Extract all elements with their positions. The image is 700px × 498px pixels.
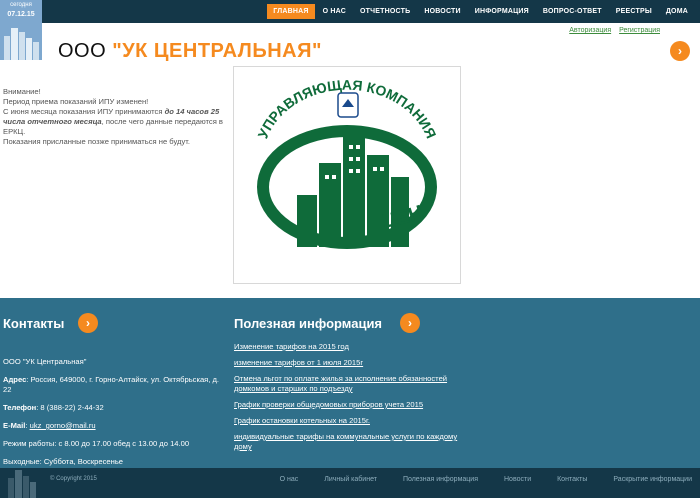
footer-nav: О нас Личный кабинет Полезная информация… xyxy=(254,476,692,483)
notice-text: Внимание! Период приема показаний ИПУ из… xyxy=(3,87,225,147)
company-name: "УК ЦЕНТРАЛЬНАЯ" xyxy=(112,40,322,62)
footer-nav-disclosure[interactable]: Раскрытие информации xyxy=(613,476,692,483)
footer-nav-news[interactable]: Новости xyxy=(504,476,531,483)
nav-registers[interactable]: РЕЕСТРЫ xyxy=(610,4,658,19)
contacts-phone: Телефон: 8 (388-22) 2-44-32 xyxy=(3,403,104,412)
date-widget: сегодня 07.12.15 xyxy=(0,0,42,60)
header-arrow-button[interactable]: › xyxy=(670,41,690,61)
notice-line-4: Показания присланные позже приниматься н… xyxy=(3,137,190,146)
contacts-hours: Режим работы: с 8.00 до 17.00 обед с 13.… xyxy=(3,439,190,448)
footer-nav-useful[interactable]: Полезная информация xyxy=(403,476,478,483)
nav-info[interactable]: ИНФОРМАЦИЯ xyxy=(469,4,535,19)
login-link[interactable]: Авторизация xyxy=(569,27,611,34)
useful-link[interactable]: График проверки общедомовых приборов уче… xyxy=(234,400,464,410)
contacts-title: Контакты xyxy=(3,316,65,331)
copyright: © Copyright 2015 xyxy=(50,476,97,482)
contacts-days-off: Выходные: Суббота, Воскресенье xyxy=(3,457,124,466)
contacts-email: E-Mail: ukz_gorno@mail.ru xyxy=(3,421,96,430)
company-logo: УПРАВЛЯЮЩАЯ КОМПАНИЯ ЦЕНТРАЛЬНАЯ xyxy=(227,50,461,284)
main-nav: ГЛАВНАЯ О НАС ОТЧЕТНОСТЬ НОВОСТИ ИНФОРМА… xyxy=(265,0,694,23)
register-link[interactable]: Регистрация xyxy=(619,27,660,34)
useful-links: Изменение тарифов на 2015 год изменение … xyxy=(234,342,464,458)
useful-link[interactable]: индивидуальные тарифы на коммунальные ус… xyxy=(234,432,464,452)
useful-link[interactable]: График остановки котельных на 2015г. xyxy=(234,416,464,426)
buildings-icon xyxy=(4,28,39,60)
auth-links: Авторизация Регистрация xyxy=(563,27,660,34)
nav-home[interactable]: ГЛАВНАЯ xyxy=(267,4,315,19)
contacts-address: Адрес: Россия, 649000, г. Горно-Алтайск,… xyxy=(3,375,220,394)
contacts-company: ООО "УК Центральная" xyxy=(3,357,87,366)
page: сегодня 07.12.15 ГЛАВНАЯ О НАС ОТЧЕТНОСТ… xyxy=(0,0,700,498)
useful-info-title: Полезная информация xyxy=(234,316,383,331)
bottom-bar xyxy=(0,468,700,498)
useful-info-arrow-button[interactable]: › xyxy=(400,313,420,333)
company-prefix: ООО xyxy=(58,40,107,62)
footer-buildings-icon xyxy=(8,470,36,498)
company-title: ООО "УК ЦЕНТРАЛЬНАЯ" xyxy=(58,40,322,63)
email-link[interactable]: ukz_gorno@mail.ru xyxy=(30,421,96,430)
nav-news[interactable]: НОВОСТИ xyxy=(418,4,466,19)
notice-line-3: С июня месяца показания ИПУ принимаются … xyxy=(3,107,223,136)
notice-line-1: Внимание! xyxy=(3,87,41,96)
contacts-block: ООО "УК Центральная" Адрес: Россия, 6490… xyxy=(3,357,223,475)
date-label: сегодня xyxy=(10,2,32,8)
footer-nav-contacts[interactable]: Контакты xyxy=(557,476,587,483)
contacts-arrow-button[interactable]: › xyxy=(78,313,98,333)
useful-link[interactable]: изменение тарифов от 1 июля 2015г xyxy=(234,358,464,368)
useful-link[interactable]: Отмена льгот по оплате жилья за исполнен… xyxy=(234,374,464,394)
nav-about[interactable]: О НАС xyxy=(317,4,352,19)
nav-houses[interactable]: ДОМА xyxy=(660,4,694,19)
footer-nav-about[interactable]: О нас xyxy=(280,476,299,483)
footer-nav-cabinet[interactable]: Личный кабинет xyxy=(324,476,377,483)
nav-faq[interactable]: ВОПРОС-ОТВЕТ xyxy=(537,4,608,19)
notice-line-2: Период приема показаний ИПУ изменен! xyxy=(3,97,149,106)
nav-reports[interactable]: ОТЧЕТНОСТЬ xyxy=(354,4,416,19)
useful-link[interactable]: Изменение тарифов на 2015 год xyxy=(234,342,464,352)
date-value: 07.12.15 xyxy=(7,11,35,18)
